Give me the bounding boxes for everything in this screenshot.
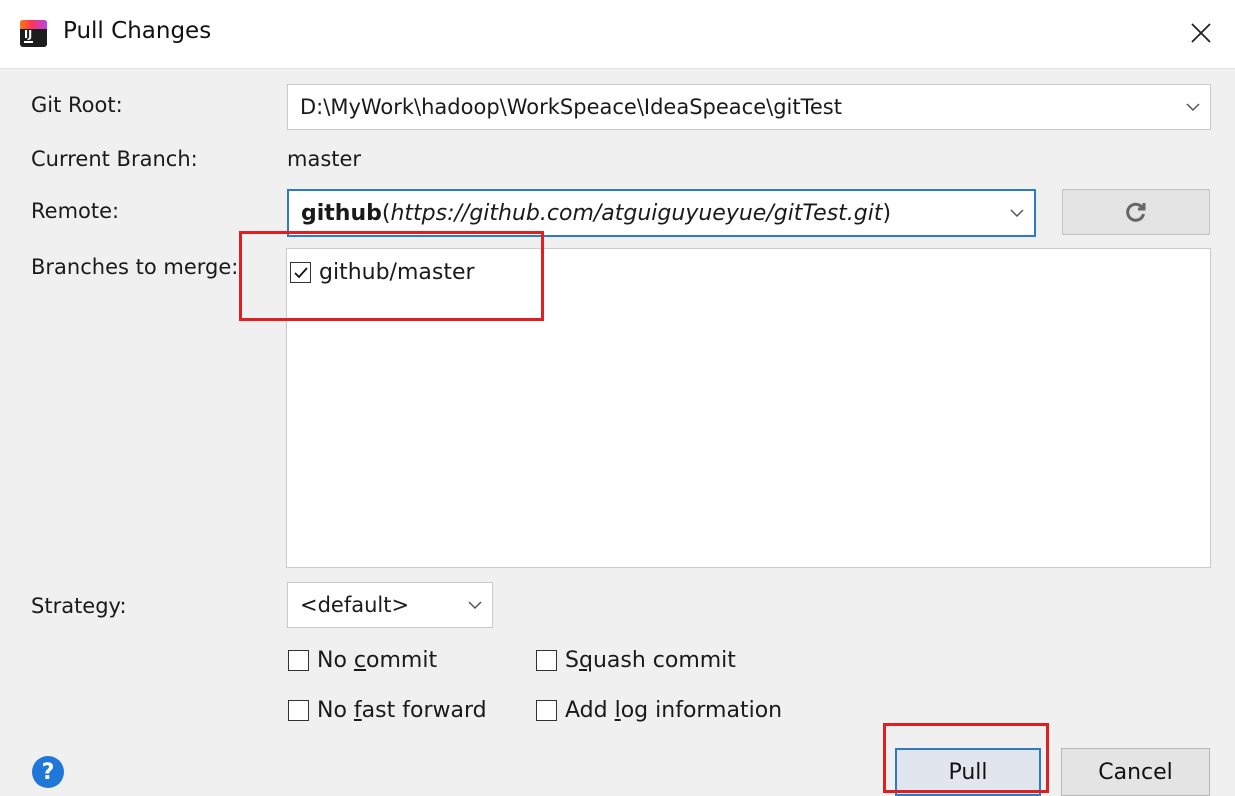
- refresh-remotes-button[interactable]: [1062, 189, 1210, 235]
- current-branch-value: master: [287, 147, 362, 171]
- no-commit-checkbox[interactable]: [288, 650, 309, 671]
- git-root-label: Git Root:: [31, 93, 123, 117]
- branches-label: Branches to merge:: [31, 255, 239, 279]
- no-fast-forward-label: No fast forward: [317, 698, 487, 723]
- add-log-information-checkbox[interactable]: [536, 700, 557, 721]
- pull-button[interactable]: Pull: [895, 748, 1041, 796]
- add-log-information-option[interactable]: Add log information: [536, 698, 782, 723]
- close-button[interactable]: [1184, 16, 1218, 50]
- no-commit-label: No commit: [317, 648, 438, 673]
- squash-commit-option[interactable]: Squash commit: [536, 648, 736, 673]
- remote-url: https://github.com/atguiguyueyue/gitTest…: [390, 200, 883, 226]
- squash-commit-checkbox[interactable]: [536, 650, 557, 671]
- no-commit-option[interactable]: No commit: [288, 648, 437, 673]
- no-fast-forward-checkbox[interactable]: [288, 700, 309, 721]
- add-log-information-label: Add log information: [565, 698, 783, 723]
- git-root-dropdown[interactable]: D:\MyWork\hadoop\WorkSpeace\IdeaSpeace\g…: [287, 84, 1211, 130]
- remote-dropdown[interactable]: github(https://github.com/atguiguyueyue/…: [287, 189, 1036, 237]
- branches-list[interactable]: [286, 248, 1211, 568]
- squash-commit-label: Squash commit: [565, 648, 736, 673]
- checkmark-icon: [293, 266, 308, 278]
- current-branch-label: Current Branch:: [31, 147, 198, 171]
- chevron-down-icon[interactable]: [1176, 102, 1210, 112]
- intellij-idea-icon: IJ: [20, 20, 47, 47]
- title-bar: IJ Pull Changes: [0, 0, 1235, 69]
- strategy-label: Strategy:: [31, 594, 127, 618]
- branch-label: github/master: [319, 260, 475, 285]
- help-icon[interactable]: ?: [32, 756, 64, 788]
- git-root-value: D:\MyWork\hadoop\WorkSpeace\IdeaSpeace\g…: [300, 95, 842, 119]
- chevron-down-icon[interactable]: [1000, 208, 1034, 218]
- close-icon[interactable]: [1190, 22, 1212, 44]
- remote-name: github: [301, 200, 382, 226]
- branch-item-github-master[interactable]: github/master: [290, 260, 475, 285]
- cancel-button[interactable]: Cancel: [1061, 748, 1210, 796]
- remote-value: github(https://github.com/atguiguyueyue/…: [289, 201, 1000, 226]
- no-fast-forward-option[interactable]: No fast forward: [288, 698, 487, 723]
- strategy-value: <default>: [300, 593, 410, 617]
- remote-paren-close: ): [882, 200, 892, 226]
- dialog-title: Pull Changes: [63, 18, 212, 44]
- chevron-down-icon[interactable]: [458, 600, 492, 610]
- branch-checkbox[interactable]: [290, 262, 311, 283]
- strategy-dropdown[interactable]: <default>: [287, 582, 493, 628]
- refresh-icon[interactable]: [1124, 200, 1148, 224]
- remote-label: Remote:: [31, 199, 120, 223]
